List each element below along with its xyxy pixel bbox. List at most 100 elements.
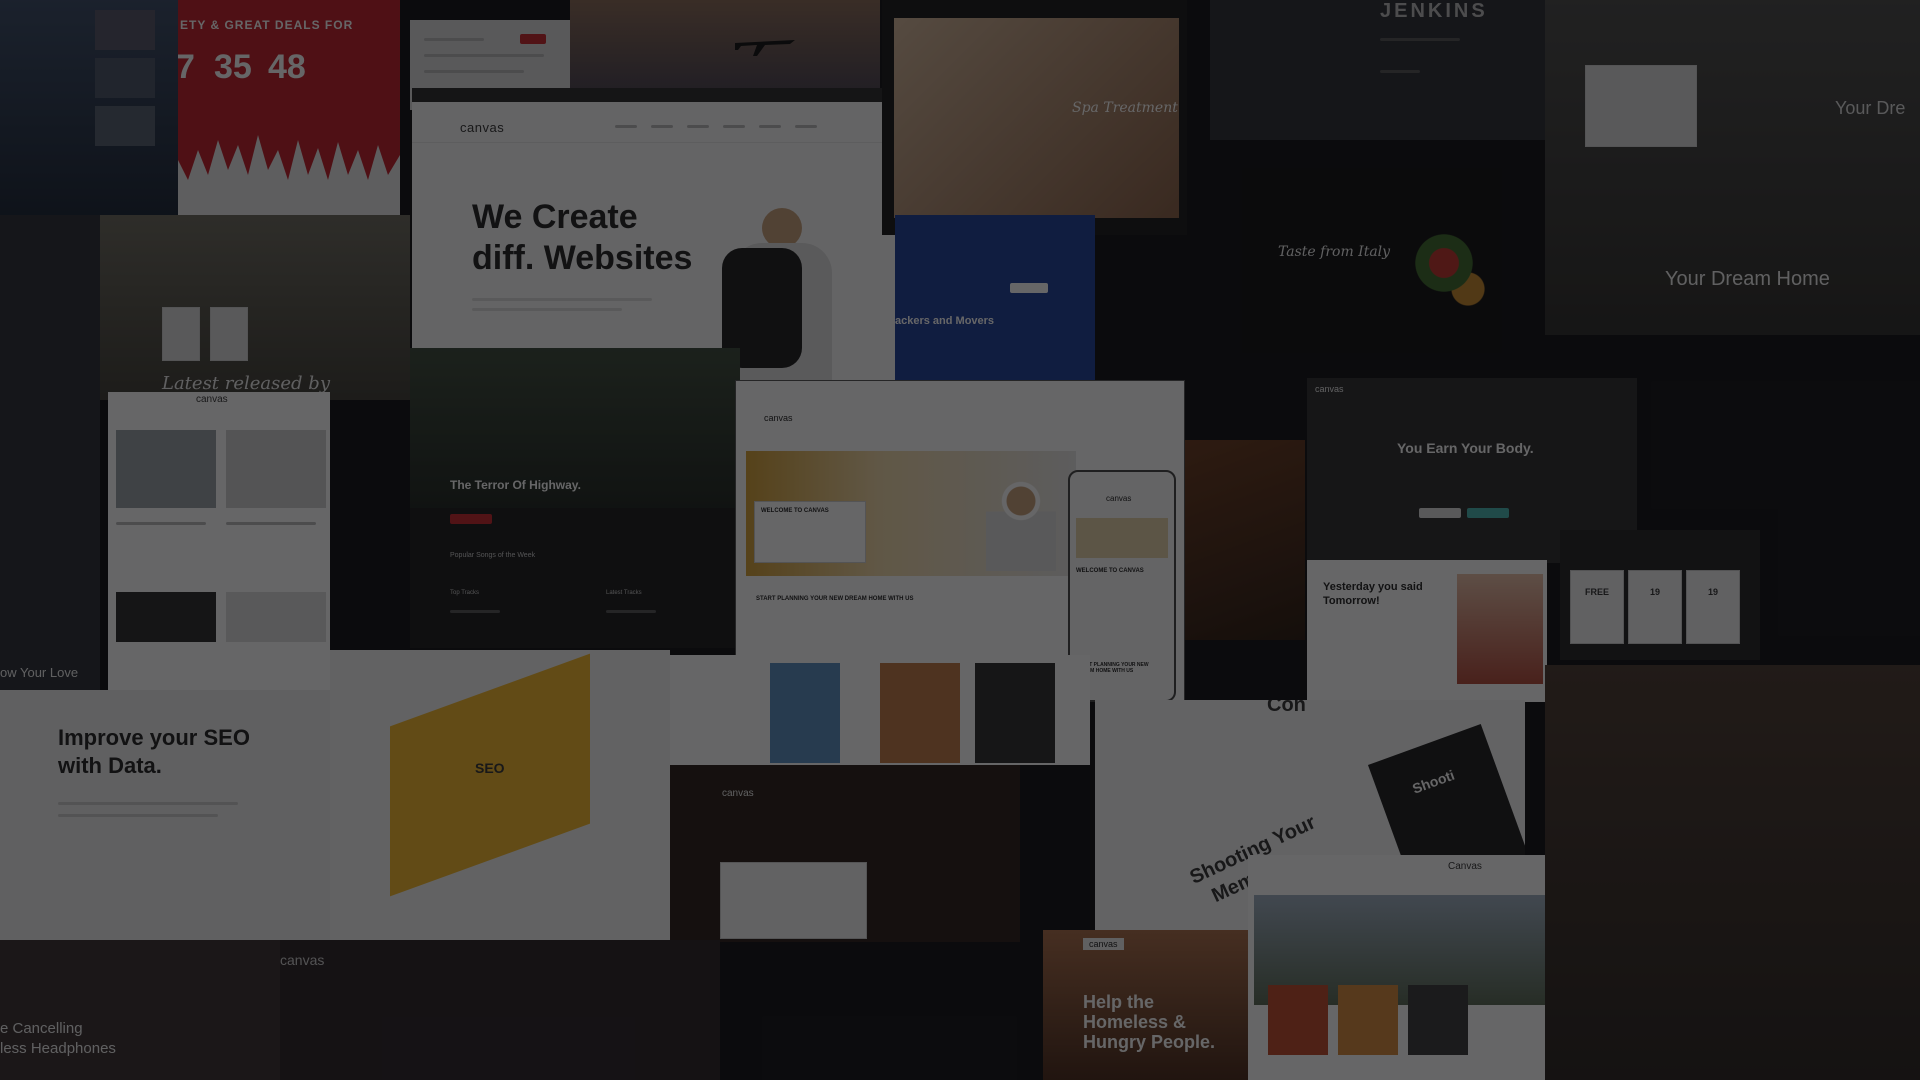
hero-navbar: canvas <box>412 116 897 143</box>
blog-photo <box>116 592 216 642</box>
mobile-welcome: WELCOME TO CANVAS <box>1076 568 1144 574</box>
tile-city-left <box>0 0 180 215</box>
tile-fitness-sub: Yesterday you said Tomorrow! <box>1307 560 1547 702</box>
italy-title: Taste from Italy <box>1278 244 1391 260</box>
tile-pricing: FREE 19 19 <box>1560 530 1760 660</box>
music-bottom-logo: canvas <box>280 952 325 968</box>
seo-line <box>58 802 238 805</box>
album-card <box>162 307 200 361</box>
fashion-photo <box>880 663 960 763</box>
fitness-title: You Earn Your Body. <box>1397 440 1534 456</box>
track-line <box>606 610 656 613</box>
countdown-headline: ETY & GREAT DEALS FOR <box>180 18 354 32</box>
thumb <box>95 10 155 50</box>
blog-logo: canvas <box>196 394 228 405</box>
price-1: FREE <box>1584 587 1609 597</box>
tile-latest-released: Latest released by <box>100 215 410 400</box>
furniture-card <box>720 862 867 939</box>
tile-furniture: canvas <box>670 762 1020 942</box>
tile-music-bottom: canvas <box>280 940 720 1080</box>
tile-spa: Spa Treatment <box>882 0 1187 235</box>
hero-headline-1: We Create <box>472 198 638 236</box>
dream-form <box>1585 65 1697 147</box>
tile-seo: Improve your SEO with Data. <box>0 690 330 940</box>
travel-thumb <box>1338 985 1398 1055</box>
fashion-photo <box>770 663 840 763</box>
album-card <box>210 307 248 361</box>
photo-alt-title: Shooti <box>1410 766 1457 797</box>
price-card: 19 <box>1628 570 1682 644</box>
charity-title-3: Hungry People. <box>1083 1032 1216 1052</box>
highway-button[interactable] <box>450 514 492 524</box>
hero-text-line <box>472 308 622 311</box>
spa-photo <box>894 18 1179 218</box>
countdown-minutes: 35 <box>214 48 252 86</box>
left-strip-text: ow Your Love <box>0 665 79 680</box>
runner-photo <box>1457 574 1543 684</box>
price-card: FREE <box>1570 570 1624 644</box>
worker-photo <box>986 471 1056 571</box>
seo-icon-label: SEO <box>475 760 505 776</box>
latest-title: Latest released by <box>162 373 330 394</box>
blog-line <box>116 522 206 525</box>
fitness-button-2[interactable] <box>1467 508 1509 518</box>
blog-line <box>226 522 316 525</box>
headphones-line-1: e Cancelling <box>0 1020 83 1037</box>
tile-jenkins: JENKINS <box>1210 0 1565 140</box>
tile-food <box>1185 440 1305 640</box>
seo-title-2: with Data. <box>58 753 162 778</box>
tile-seo-illustration: SEO <box>330 650 670 940</box>
tile-countdown: ETY & GREAT DEALS FOR 7 35 48 <box>178 0 400 215</box>
thumb <box>95 58 155 98</box>
construction-logo[interactable]: canvas <box>764 413 793 423</box>
spa-title: Spa Treatment <box>1072 100 1178 116</box>
bottom-canvas-logo: Canvas <box>1448 861 1482 872</box>
canvas-slant: Con <box>1267 700 1306 716</box>
hero-text-line <box>472 298 652 301</box>
movers-button[interactable] <box>1010 283 1048 293</box>
form-button[interactable] <box>520 34 546 44</box>
charity-title-1: Help the <box>1083 992 1155 1012</box>
tile-blog: canvas <box>108 392 330 697</box>
form-line <box>424 38 484 41</box>
countdown-seconds: 48 <box>268 48 306 86</box>
seo-line <box>58 814 218 817</box>
welcome-title: WELCOME TO CANVAS <box>761 508 829 514</box>
music-col1: Top Tracks <box>450 590 480 596</box>
tile-headphones: e Cancelling less Headphones <box>0 940 280 1080</box>
charity-logo: canvas <box>1083 938 1124 950</box>
tile-charity: Help the Homeless & Hungry People. canva… <box>1043 930 1248 1080</box>
fitness-sub-title: Yesterday you said Tomorrow! <box>1323 581 1423 608</box>
hero-nav-links <box>615 125 817 128</box>
blog-photo <box>116 430 216 508</box>
tile-left-strip: ow Your Love <box>0 215 100 715</box>
dream-title-1: Your Dream Home <box>1665 268 1830 290</box>
music-subtitle: Popular Songs of the Week <box>450 552 536 559</box>
price-3: 19 <box>1707 587 1718 597</box>
music-col2: Latest Tracks <box>606 590 642 596</box>
highway-title: The Terror Of Highway. <box>450 478 581 492</box>
form-line <box>424 54 544 57</box>
price-card: 19 <box>1686 570 1740 644</box>
veggie-art <box>1412 198 1492 328</box>
fitness-button[interactable] <box>1419 508 1461 518</box>
tile-highway: The Terror Of Highway. Popular Songs of … <box>410 348 740 648</box>
price-2: 19 <box>1649 587 1660 597</box>
tree-silhouette <box>178 135 400 215</box>
thumb <box>95 106 155 146</box>
mobile-hero <box>1076 518 1168 558</box>
movers-title: ackers and Movers <box>895 315 995 327</box>
charity-title-2: Homeless & <box>1083 1012 1187 1032</box>
hero-logo[interactable]: canvas <box>460 120 504 135</box>
travel-thumb <box>1268 985 1328 1055</box>
plan-title: START PLANNING YOUR NEW DREAM HOME WITH … <box>756 596 914 602</box>
track-line <box>450 610 500 613</box>
fitness-logo: canvas <box>1315 384 1344 394</box>
tile-right-forest <box>1545 665 1920 1080</box>
dream-title-2: Your Dre <box>1835 98 1906 118</box>
template-collage: ETY & GREAT DEALS FOR 7 35 48 canvas We … <box>0 0 1920 1080</box>
jenkins-line <box>1380 38 1460 41</box>
tile-fashion <box>670 655 1090 765</box>
tile-dream-home: Your Dre Your Dream Home <box>1545 0 1920 335</box>
fashion-photo <box>975 663 1055 763</box>
